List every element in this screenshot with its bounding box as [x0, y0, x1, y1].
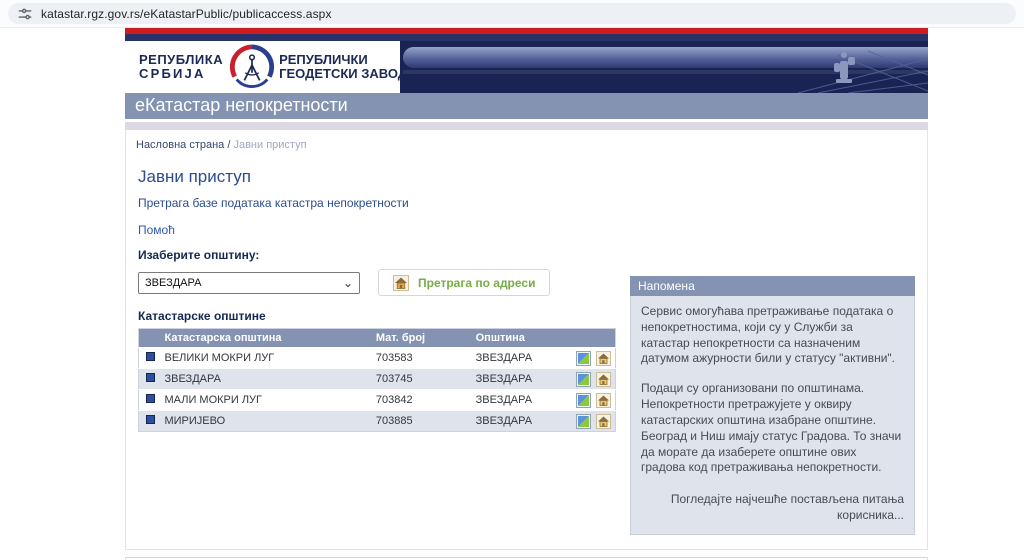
masthead-banner	[400, 41, 928, 93]
municipality-select[interactable]: ЗВЕЗДАРА ⌄	[138, 271, 360, 294]
house-search-icon[interactable]	[596, 392, 611, 408]
url-text[interactable]: katastar.rgz.gov.rs/eKatastarPublic/publ…	[41, 7, 332, 21]
browser-address-bar: katastar.rgz.gov.rs/eKatastarPublic/publ…	[0, 0, 1024, 28]
rgz-logo-icon	[230, 44, 275, 88]
table-header-opstina: Општина	[471, 328, 572, 348]
faq-link[interactable]: Погледајте најчешће постављена питања ко…	[641, 492, 904, 524]
chevron-down-icon: ⌄	[342, 275, 353, 290]
page-title: Јавни приступ	[138, 167, 251, 186]
cell-opstina: ЗВЕЗДАРА	[471, 368, 572, 390]
address-search-button[interactable]: Претрага по адреси	[378, 269, 551, 296]
theodolite-banner-art	[797, 50, 928, 93]
masthead-logo-area: РЕПУБЛИКА СРБИЈА РЕПУБЛИЧКИ ГЕОДЕТСКИ ЗА…	[125, 41, 407, 93]
note-title: Напомена	[630, 276, 915, 296]
note-paragraph-1: Сервис омогућава претраживање података о…	[641, 304, 895, 366]
table-header-name: Катастарска општина	[160, 328, 372, 348]
breadcrumb-home-link[interactable]: Насловна страна	[136, 139, 224, 151]
cell-mat-broj: 703745	[371, 368, 472, 390]
cadastral-municipalities-title: Катастарске општине	[138, 309, 266, 323]
house-search-icon[interactable]	[596, 371, 611, 387]
parcel-map-icon[interactable]	[576, 392, 591, 408]
cell-name: МАЛИ МОКРИ ЛУГ	[160, 389, 372, 411]
municipality-select-label: Изаберите општину:	[138, 248, 260, 262]
cell-opstina: ЗВЕЗДАРА	[471, 347, 572, 369]
address-search-button-label: Претрага по адреси	[418, 275, 536, 290]
parcel-map-icon[interactable]	[576, 413, 591, 429]
cell-mat-broj: 703583	[371, 347, 472, 369]
row-bullet-icon	[146, 415, 155, 424]
table-header-row: Катастарска општина Мат. број Општина	[138, 328, 616, 348]
cell-mat-broj: 703885	[371, 410, 472, 432]
row-bullet-icon	[146, 352, 155, 361]
house-icon	[393, 274, 409, 291]
municipality-select-value: ЗВЕЗДАРА	[145, 276, 202, 289]
url-pill[interactable]: katastar.rgz.gov.rs/eKatastarPublic/publ…	[8, 3, 1016, 24]
cell-name: ВЕЛИКИ МОКРИ ЛУГ	[160, 347, 372, 369]
masthead: РЕПУБЛИКА СРБИЈА РЕПУБЛИЧКИ ГЕОДЕТСКИ ЗА…	[125, 41, 928, 93]
app-title-bar: еКатастар непокретности	[125, 93, 928, 119]
top-navy-stripe	[125, 34, 928, 41]
note-paragraph-2: Подаци су организовани по општинама. Неп…	[641, 381, 902, 475]
note-box: Напомена Сервис омогућава претраживање п…	[630, 276, 915, 535]
lavender-stripe	[125, 122, 928, 130]
page-subtitle: Претрага базе података катастра непокрет…	[138, 196, 409, 210]
cadastral-municipalities-table: Катастарска општина Мат. број Општина ВЕ…	[138, 328, 616, 432]
row-bullet-icon	[146, 394, 155, 403]
cell-opstina: ЗВЕЗДАРА	[471, 410, 572, 432]
table-header-bullet	[138, 328, 161, 348]
help-link[interactable]: Помоћ	[138, 223, 175, 237]
cell-name: МИРИЈЕВО	[160, 410, 372, 432]
site-container: РЕПУБЛИКА СРБИЈА РЕПУБЛИЧКИ ГЕОДЕТСКИ ЗА…	[125, 28, 928, 560]
cell-opstina: ЗВЕЗДАРА	[471, 389, 572, 411]
search-panel: Изаберите општину: ЗВЕЗДАРА ⌄ Претрага п…	[138, 248, 630, 535]
app-title: еКатастар непокретности	[135, 95, 348, 115]
breadcrumb: Насловна страна / Јавни приступ	[126, 130, 927, 151]
house-search-icon[interactable]	[596, 413, 611, 429]
note-body: Сервис омогућава претраживање података о…	[630, 296, 915, 535]
cell-mat-broj: 703842	[371, 389, 472, 411]
content-area: Насловна страна / Јавни приступ Јавни пр…	[125, 130, 928, 550]
cell-name: ЗВЕЗДАРА	[160, 368, 372, 390]
table-header-mat-broj: Мат. број	[371, 328, 472, 348]
table-row: ЗВЕЗДАРА 703745 ЗВЕЗДАРА	[138, 368, 616, 390]
house-search-icon[interactable]	[596, 350, 611, 366]
parcel-map-icon[interactable]	[576, 350, 591, 366]
table-row: ВЕЛИКИ МОКРИ ЛУГ 703583 ЗВЕЗДАРА	[138, 347, 616, 369]
parcel-map-icon[interactable]	[576, 371, 591, 387]
table-row: МИРИЈЕВО 703885 ЗВЕЗДАРА	[138, 410, 616, 432]
site-settings-icon[interactable]	[18, 7, 32, 21]
breadcrumb-current: Јавни приступ	[233, 139, 307, 151]
republic-serbia-label: РЕПУБЛИКА СРБИЈА	[139, 51, 224, 81]
row-bullet-icon	[146, 373, 155, 382]
table-header-actions	[571, 328, 616, 348]
agency-name-label: РЕПУБЛИЧКИ ГЕОДЕТСКИ ЗАВОД	[279, 52, 408, 81]
table-row: МАЛИ МОКРИ ЛУГ 703842 ЗВЕЗДАРА	[138, 389, 616, 411]
